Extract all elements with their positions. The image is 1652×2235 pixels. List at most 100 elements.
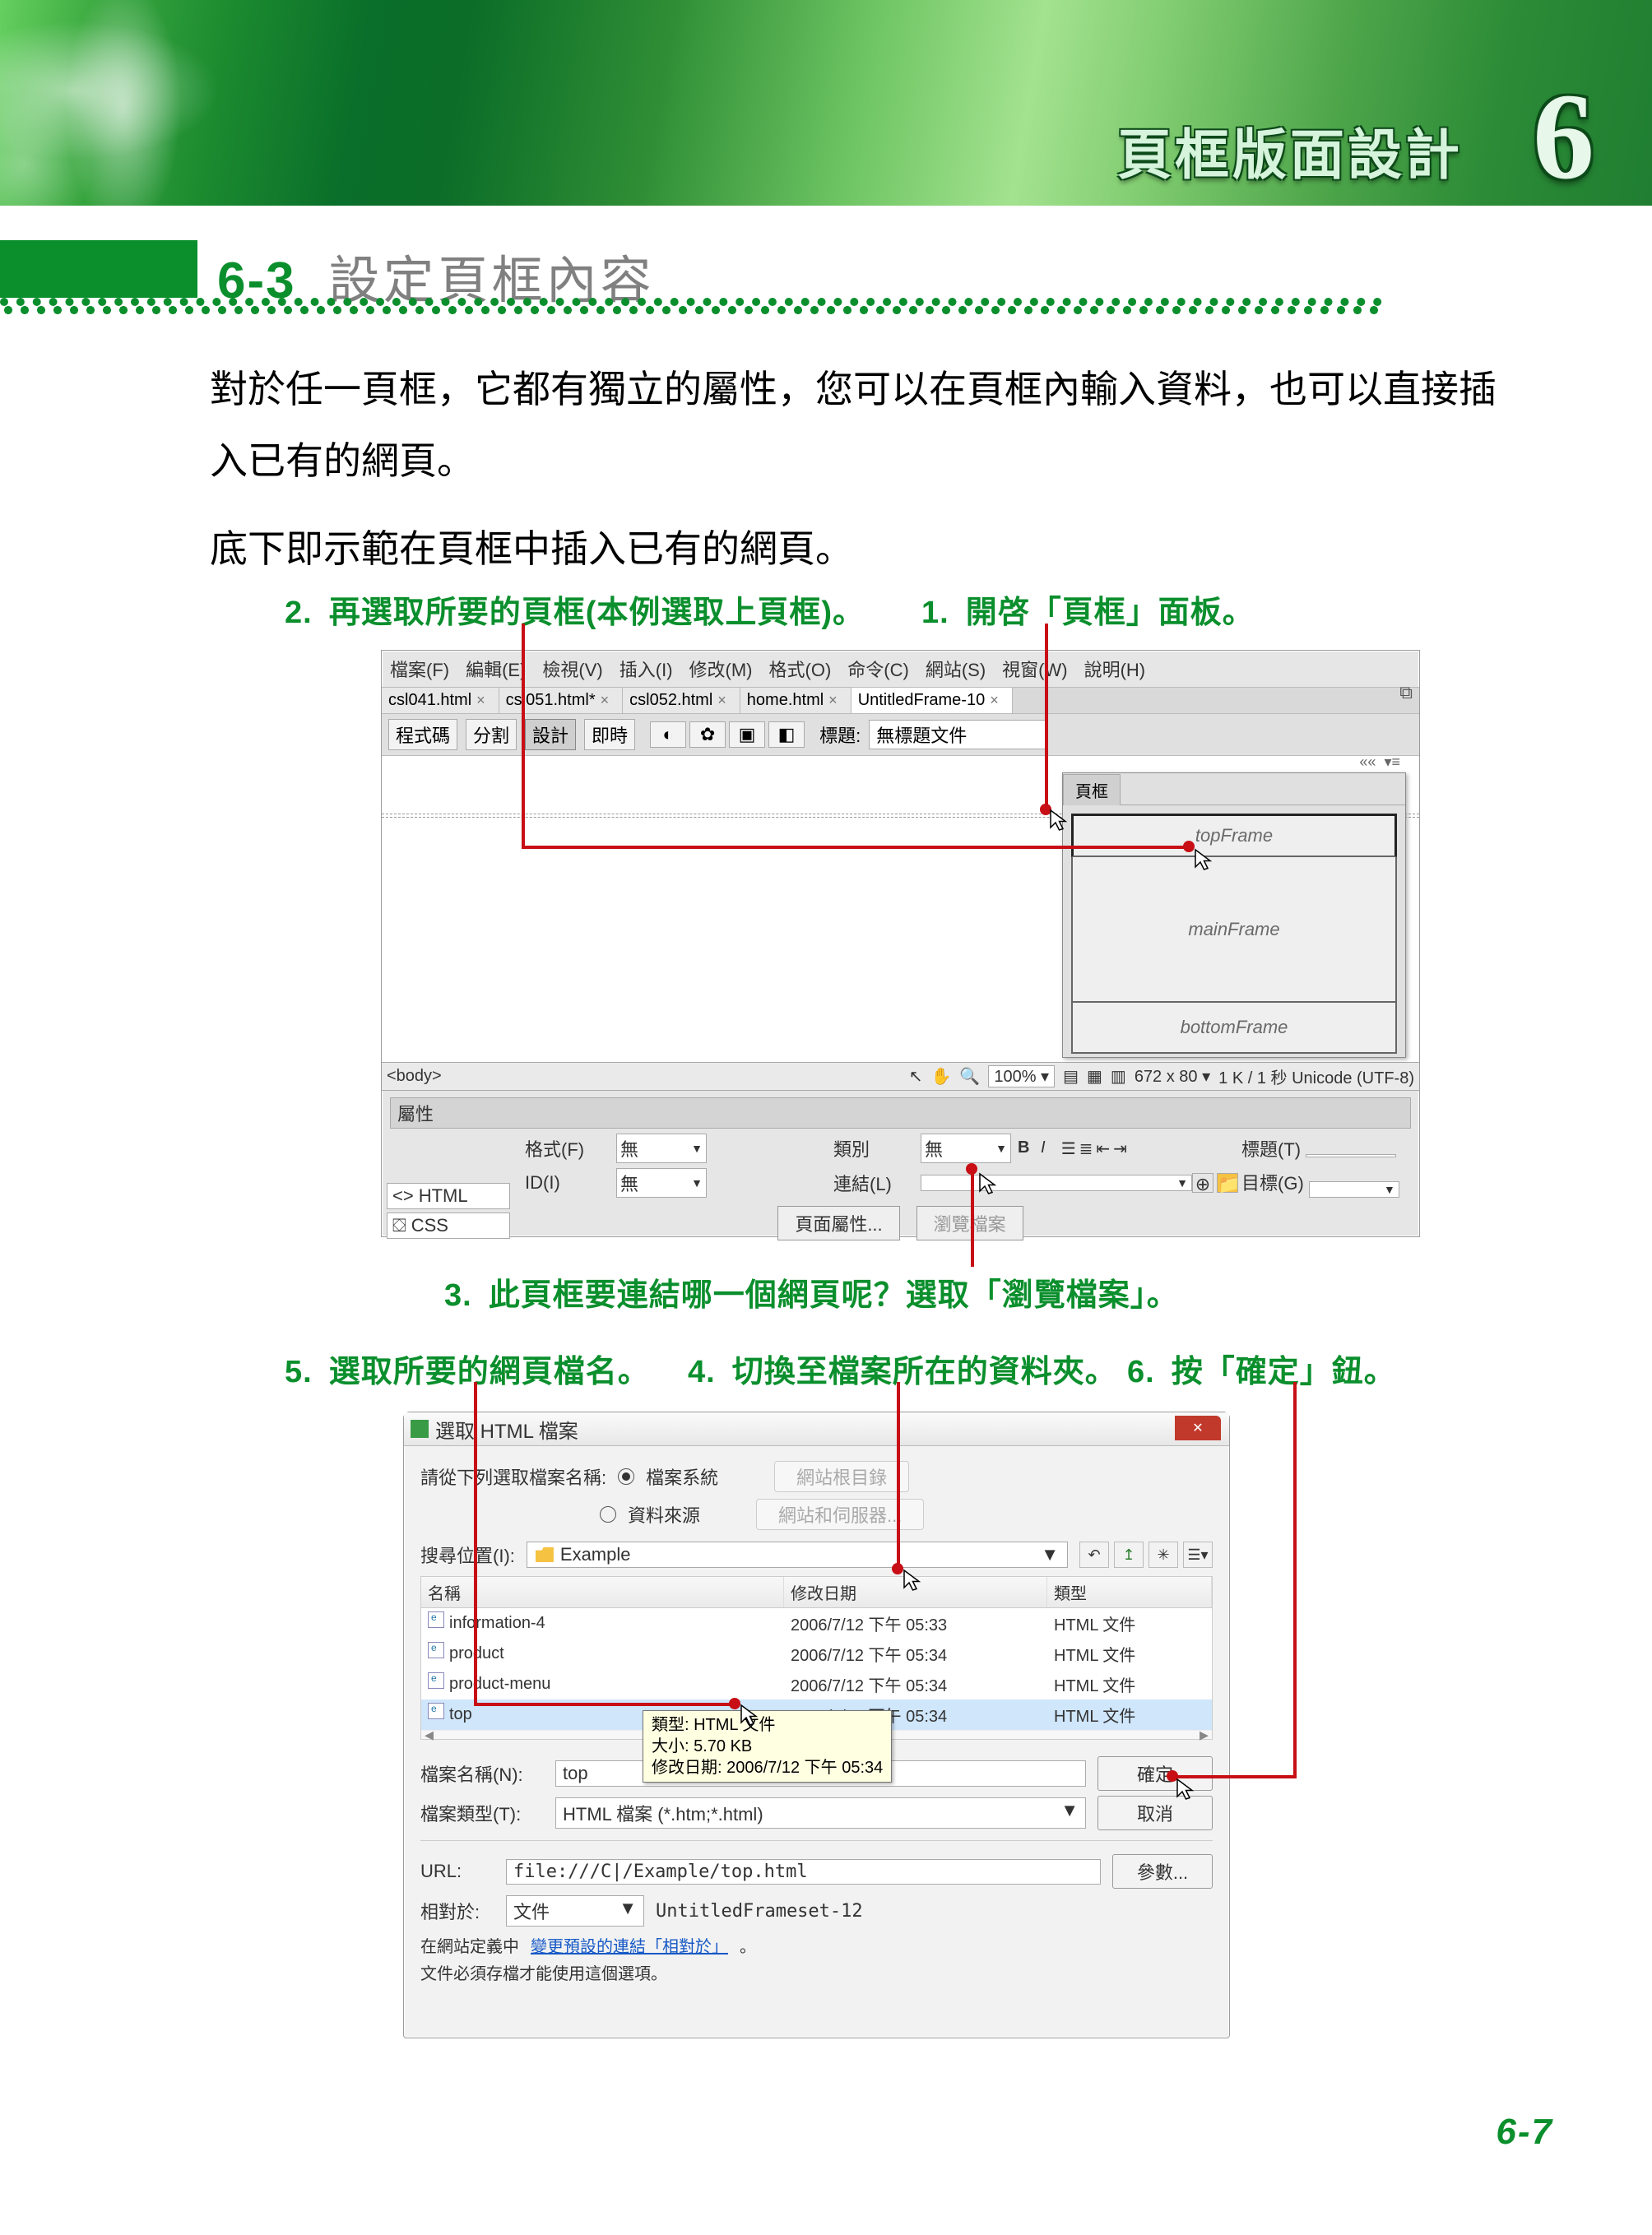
lookin-select[interactable]: Example ▼ bbox=[527, 1542, 1068, 1568]
point-to-file-icon[interactable]: ⊕ bbox=[1192, 1173, 1213, 1193]
list-item[interactable]: information-4 2006/7/12 下午 05:33HTML 文件 bbox=[421, 1608, 1212, 1639]
tab-csl041[interactable]: csl041.html× bbox=[382, 688, 499, 713]
menu-commands[interactable]: 命令(C) bbox=[847, 656, 909, 682]
split-view-button[interactable]: 分割 bbox=[466, 719, 517, 750]
italic-icon[interactable]: I bbox=[1041, 1138, 1046, 1159]
page-properties-button[interactable]: 頁面屬性... bbox=[777, 1206, 899, 1240]
outdent-icon[interactable]: ⇤ bbox=[1096, 1138, 1110, 1159]
menubar[interactable]: 檔案(F) 編輯(E) 檢視(V) 插入(I) 修改(M) 格式(O) 命令(C… bbox=[382, 651, 1419, 687]
menu-help[interactable]: 說明(H) bbox=[1084, 656, 1146, 682]
code-view-button[interactable]: 程式碼 bbox=[388, 719, 457, 750]
back-icon[interactable]: ↶ bbox=[1079, 1542, 1109, 1568]
close-button[interactable]: ✕ bbox=[1175, 1416, 1221, 1440]
browse-file-icon[interactable]: 📁 bbox=[1217, 1173, 1238, 1193]
menu-view[interactable]: 檢視(V) bbox=[542, 656, 602, 682]
radio-datasource[interactable] bbox=[600, 1506, 616, 1523]
panel-menu-icon[interactable]: ▾≡ bbox=[1384, 754, 1400, 771]
menu-window[interactable]: 視窗(W) bbox=[1002, 656, 1067, 682]
col-type[interactable]: 類型 bbox=[1047, 1577, 1212, 1607]
menu-site[interactable]: 網站(S) bbox=[926, 656, 986, 682]
tab-csl052[interactable]: csl052.html× bbox=[623, 688, 740, 713]
zoom-icon[interactable]: 🔍 bbox=[959, 1066, 980, 1087]
toolbar-icon[interactable]: ◧ bbox=[768, 721, 805, 748]
expand-icon[interactable]: ⧉ bbox=[1399, 682, 1413, 703]
filetype-select[interactable]: HTML 檔案 (*.htm;*.html)▼ bbox=[555, 1797, 1086, 1829]
design-view-button[interactable]: 設計 bbox=[525, 719, 576, 750]
tag-selector[interactable]: <body> bbox=[387, 1067, 442, 1086]
link-select[interactable]: ▼ bbox=[921, 1175, 1192, 1191]
step-6-number: 6. bbox=[1127, 1355, 1155, 1390]
properties-inspector-tabs: <>HTML ⛋CSS bbox=[387, 1183, 510, 1242]
hand-icon[interactable]: ✋ bbox=[931, 1066, 952, 1087]
pointer-icon[interactable]: ↖ bbox=[909, 1066, 923, 1087]
close-icon[interactable]: × bbox=[828, 692, 838, 709]
toolbar-icon[interactable]: ◐ bbox=[650, 721, 686, 748]
up-icon[interactable]: ↥ bbox=[1114, 1542, 1144, 1568]
menu-format[interactable]: 格式(O) bbox=[769, 656, 832, 682]
note-suffix: 。 bbox=[740, 1933, 756, 1957]
frame-main[interactable]: mainFrame bbox=[1073, 857, 1395, 1003]
close-icon[interactable]: × bbox=[476, 692, 485, 709]
relative-select[interactable]: 文件▼ bbox=[506, 1895, 644, 1927]
filetype-label: 檔案類型(T): bbox=[420, 1800, 544, 1826]
list-item[interactable]: product-menu 2006/7/12 下午 05:34HTML 文件 bbox=[421, 1669, 1212, 1699]
zoom-value[interactable]: 100% ▾ bbox=[988, 1065, 1055, 1087]
indent-icon[interactable]: ⇥ bbox=[1113, 1138, 1127, 1159]
frames-panel-tab[interactable]: 頁框 bbox=[1063, 774, 1121, 805]
view-icon[interactable]: ▤ bbox=[1063, 1066, 1079, 1087]
toolbar-icon[interactable]: ▣ bbox=[729, 721, 765, 748]
menu-edit[interactable]: 編輯(E) bbox=[466, 656, 526, 682]
cursor-icon bbox=[1175, 1777, 1200, 1801]
menu-insert[interactable]: 插入(I) bbox=[620, 656, 673, 682]
format-select[interactable]: 無▼ bbox=[616, 1134, 707, 1163]
format-label: 格式(F) bbox=[522, 1135, 616, 1162]
chapter-title: 頁框版面設計 bbox=[1117, 111, 1463, 190]
view-icon[interactable]: ▦ bbox=[1087, 1066, 1102, 1087]
step-1-text: 開啓「頁框」面板。 bbox=[966, 587, 1255, 632]
new-folder-icon[interactable]: ✳ bbox=[1149, 1542, 1178, 1568]
menu-modify[interactable]: 修改(M) bbox=[689, 656, 753, 682]
step-5-text: 選取所要的網頁檔名。 bbox=[329, 1346, 650, 1391]
list-item[interactable]: product 2006/7/12 下午 05:34HTML 文件 bbox=[421, 1639, 1212, 1669]
callout-line-2v bbox=[522, 624, 525, 847]
note-link[interactable]: 變更預設的連結「相對於」 bbox=[531, 1933, 728, 1957]
frames-panel[interactable]: «« ▾≡ 頁框 topFrame mainFrame bottomFrame bbox=[1062, 772, 1406, 1058]
frame-top[interactable]: topFrame bbox=[1071, 814, 1397, 857]
site-root-button[interactable]: 網站根目錄 bbox=[774, 1461, 909, 1492]
close-icon[interactable]: × bbox=[601, 692, 610, 709]
live-view-button[interactable]: 即時 bbox=[584, 719, 635, 750]
close-icon[interactable]: × bbox=[717, 692, 726, 709]
callout-line-1v bbox=[1045, 624, 1048, 808]
close-icon[interactable]: × bbox=[990, 692, 999, 709]
browse-file-button[interactable]: 瀏覽檔案 bbox=[916, 1206, 1023, 1240]
tab-home[interactable]: home.html× bbox=[740, 688, 852, 713]
tab-untitledframe[interactable]: UntitledFrame-10× bbox=[852, 688, 1013, 713]
folder-icon bbox=[536, 1547, 554, 1562]
views-icon[interactable]: ☰▾ bbox=[1183, 1542, 1213, 1568]
radio-filesystem[interactable] bbox=[618, 1468, 634, 1485]
toolbar-icon[interactable]: ✿ bbox=[689, 721, 726, 748]
html-tab[interactable]: <>HTML bbox=[387, 1183, 510, 1209]
id-select[interactable]: 無▼ bbox=[616, 1168, 707, 1198]
list-ul-icon[interactable]: ☰ bbox=[1061, 1138, 1076, 1159]
design-canvas[interactable]: «« ▾≡ 頁框 topFrame mainFrame bottomFrame bbox=[382, 756, 1419, 1063]
cursor-icon bbox=[1193, 847, 1218, 872]
list-ol-icon[interactable]: ≣ bbox=[1079, 1138, 1093, 1159]
frame-bottom[interactable]: bottomFrame bbox=[1073, 1003, 1395, 1052]
css-tab[interactable]: ⛋CSS bbox=[387, 1213, 510, 1239]
relative-doc: UntitledFrameset-12 bbox=[656, 1901, 863, 1922]
tab-csl051[interactable]: csl051.html*× bbox=[499, 688, 623, 713]
step-5-label: 5. 選取所要的網頁檔名。 bbox=[285, 1346, 650, 1391]
params-button[interactable]: 參數... bbox=[1112, 1854, 1213, 1889]
view-icon[interactable]: ▥ bbox=[1111, 1066, 1126, 1087]
dialog-titlebar[interactable]: 選取 HTML 檔案 bbox=[404, 1412, 1229, 1446]
title-input[interactable]: 無標題文件 bbox=[869, 720, 1048, 749]
url-label: URL: bbox=[420, 1861, 494, 1882]
bold-icon[interactable]: B bbox=[1018, 1138, 1029, 1159]
dialog-title: 選取 HTML 檔案 bbox=[435, 1415, 578, 1444]
class-select[interactable]: 無▼ bbox=[921, 1134, 1011, 1163]
canvas-size[interactable]: 672 x 80 ▾ bbox=[1135, 1066, 1210, 1087]
panel-collapse-icon[interactable]: «« bbox=[1359, 754, 1376, 771]
url-input[interactable]: file:///C|/Example/top.html bbox=[506, 1859, 1101, 1885]
menu-file[interactable]: 檔案(F) bbox=[390, 656, 449, 682]
